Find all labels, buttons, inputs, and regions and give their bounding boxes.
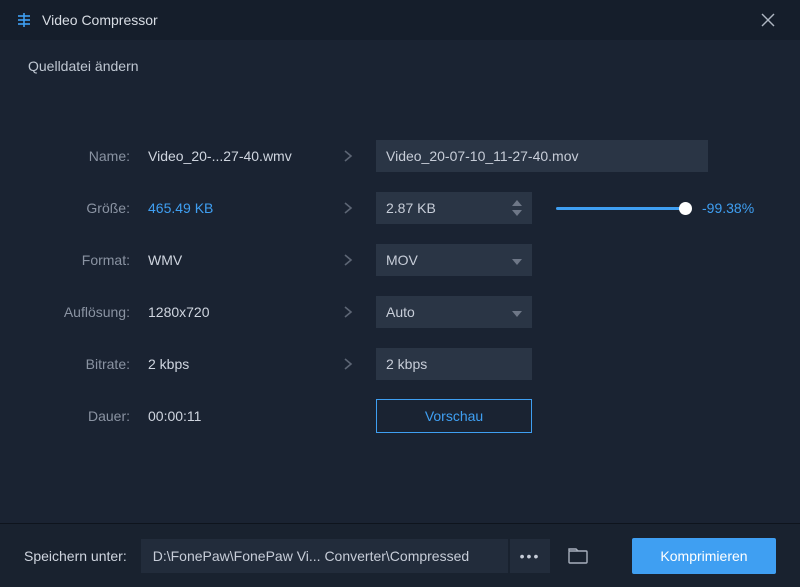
label-bitrate: Bitrate: bbox=[40, 356, 144, 372]
size-slider-area: -99.38% bbox=[556, 200, 760, 216]
app-icon bbox=[16, 12, 32, 28]
target-size-value: 2.87 KB bbox=[386, 200, 436, 216]
resolution-dropdown[interactable]: Auto bbox=[376, 296, 532, 328]
save-path-box[interactable]: D:\FonePaw\FonePaw Vi... Converter\Compr… bbox=[141, 539, 508, 573]
change-source-link[interactable]: Quelldatei ändern bbox=[0, 40, 800, 74]
target-size-stepper[interactable]: 2.87 KB bbox=[376, 192, 532, 224]
format-dropdown[interactable]: MOV bbox=[376, 244, 532, 276]
app-title: Video Compressor bbox=[42, 12, 158, 28]
stepper-down-icon[interactable] bbox=[512, 208, 522, 218]
bitrate-field[interactable]: 2 kbps bbox=[376, 348, 532, 380]
arrow-icon bbox=[320, 253, 376, 267]
footer: Speichern unter: D:\FonePaw\FonePaw Vi..… bbox=[0, 523, 800, 587]
arrow-icon bbox=[320, 357, 376, 371]
save-under-label: Speichern unter: bbox=[24, 548, 127, 564]
label-name: Name: bbox=[40, 148, 144, 164]
stepper-arrows[interactable] bbox=[512, 198, 522, 218]
stepper-up-icon[interactable] bbox=[512, 198, 522, 208]
label-resolution: Auflösung: bbox=[40, 304, 144, 320]
titlebar: Video Compressor bbox=[0, 0, 800, 40]
target-name-input[interactable] bbox=[376, 140, 708, 172]
original-bitrate: 2 kbps bbox=[144, 356, 320, 372]
bitrate-value: 2 kbps bbox=[386, 356, 427, 372]
row-format: Format: WMV MOV bbox=[40, 234, 760, 286]
compress-button[interactable]: Komprimieren bbox=[632, 538, 776, 574]
format-value: MOV bbox=[386, 252, 418, 268]
label-duration: Dauer: bbox=[40, 408, 144, 424]
original-name: Video_20-...27-40.wmv bbox=[144, 148, 320, 164]
preview-button[interactable]: Vorschau bbox=[376, 399, 532, 433]
chevron-down-icon bbox=[512, 304, 522, 320]
original-format: WMV bbox=[144, 252, 320, 268]
label-format: Format: bbox=[40, 252, 144, 268]
arrow-icon bbox=[320, 305, 376, 319]
target-name-field[interactable] bbox=[386, 148, 698, 164]
open-folder-button[interactable] bbox=[560, 539, 596, 573]
form-area: Name: Video_20-...27-40.wmv Größe: 465.4… bbox=[0, 74, 800, 523]
browse-path-button[interactable]: ••• bbox=[510, 539, 550, 573]
close-button[interactable] bbox=[752, 4, 784, 36]
save-path-text: D:\FonePaw\FonePaw Vi... Converter\Compr… bbox=[153, 548, 469, 564]
row-size: Größe: 465.49 KB 2.87 KB -99.38% bbox=[40, 182, 760, 234]
row-duration: Dauer: 00:00:11 Vorschau bbox=[40, 390, 760, 442]
label-size: Größe: bbox=[40, 200, 144, 216]
row-resolution: Auflösung: 1280x720 Auto bbox=[40, 286, 760, 338]
resolution-value: Auto bbox=[386, 304, 415, 320]
arrow-icon bbox=[320, 149, 376, 163]
size-slider[interactable] bbox=[556, 207, 686, 210]
original-duration: 00:00:11 bbox=[144, 408, 320, 424]
chevron-down-icon bbox=[512, 252, 522, 268]
row-name: Name: Video_20-...27-40.wmv bbox=[40, 130, 760, 182]
original-resolution: 1280x720 bbox=[144, 304, 320, 320]
row-bitrate: Bitrate: 2 kbps 2 kbps bbox=[40, 338, 760, 390]
slider-thumb[interactable] bbox=[679, 202, 692, 215]
arrow-icon bbox=[320, 201, 376, 215]
reduction-percent: -99.38% bbox=[702, 200, 754, 216]
original-size: 465.49 KB bbox=[144, 200, 320, 216]
